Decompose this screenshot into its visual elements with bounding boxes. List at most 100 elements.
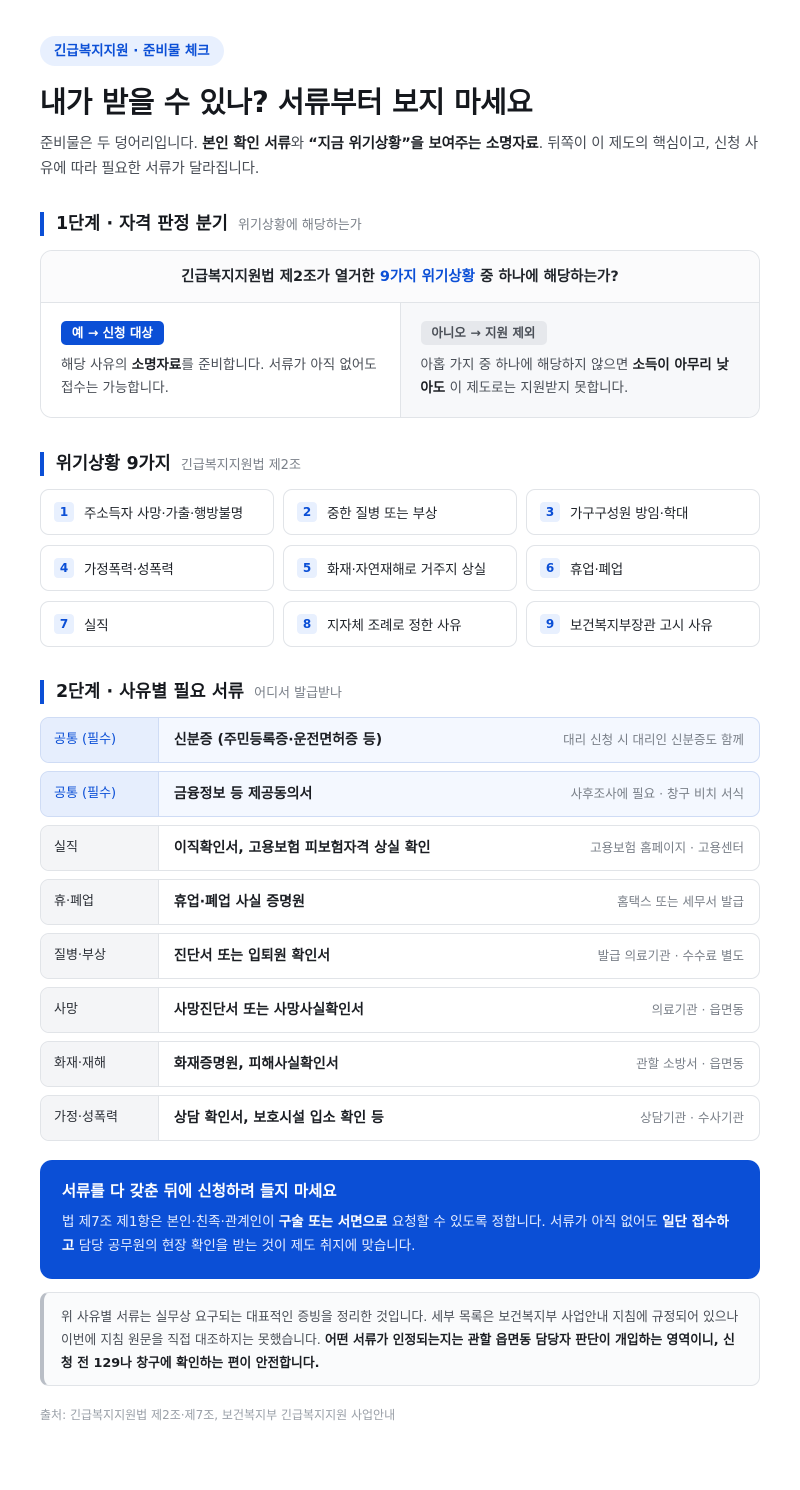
situations-heading: 위기상황 9가지 긴급복지지원법 제2조 <box>40 452 760 476</box>
callout-title: 서류를 다 갖춘 뒤에 신청하려 들지 마세요 <box>62 1182 337 1200</box>
document-row: 질병·부상 진단서 또는 입퇴원 확인서 발급 의료기관 · 수수료 별도 <box>40 933 760 979</box>
situation-label: 보건복지부장관 고시 사유 <box>570 618 713 634</box>
document-source: 홈택스 또는 세무서 발급 <box>617 894 744 909</box>
document-row: 휴·폐업 휴업·폐업 사실 증명원 홈택스 또는 세무서 발급 <box>40 879 760 925</box>
document-category: 화재·재해 <box>41 1042 159 1086</box>
situations-subtitle: 긴급복지지원법 제2조 <box>180 458 301 473</box>
document-category: 질병·부상 <box>41 934 159 978</box>
step2-title: 2단계 · 사유별 필요 서류 <box>56 682 245 702</box>
eligibility-decision-box: 긴급복지지원법 제2조가 열거한 9가지 위기상황 중 하나에 해당하는가? 예… <box>40 250 760 418</box>
callout-bold-1: 구술 또는 서면으로 <box>278 1214 388 1230</box>
callout-text-2: 요청할 수 있도록 정합니다. 서류가 아직 없어도 <box>387 1214 663 1230</box>
question-highlight: 9가지 위기상황 <box>379 269 476 285</box>
document-row: 화재·재해 화재증명원, 피해사실확인서 관할 소방서 · 읍면동 <box>40 1041 760 1087</box>
situation-label: 주소득자 사망·가출·행방불명 <box>84 506 243 522</box>
no-description: 아홉 가지 중 하나에 해당하지 않으면 소득이 아무리 낮아도 이 제도로는 … <box>421 354 740 400</box>
situation-number: 6 <box>540 558 560 578</box>
step1-title: 1단계 · 자격 판정 분기 <box>56 214 228 234</box>
document-source: 발급 의료기관 · 수수료 별도 <box>597 948 744 963</box>
situations-grid: 1 주소득자 사망·가출·행방불명 2 중한 질병 또는 부상 3 가구구성원 방임·… <box>40 489 760 647</box>
situations-title: 위기상황 9가지 <box>56 454 171 474</box>
document-source: 사후조사에 필요 · 창구 비치 서식 <box>570 786 744 801</box>
yes-description: 해당 사유의 소명자료를 준비합니다. 서류가 아직 없어도 접수는 가능합니다… <box>61 354 380 400</box>
document-category: 공통 (필수) <box>41 718 159 762</box>
document-row: 실직 이직확인서, 고용보험 피보험자격 상실 확인 고용보험 홈페이지 · 고용센… <box>40 825 760 871</box>
situation-label: 화재·자연재해로 거주지 상실 <box>327 562 486 578</box>
yes-text-1: 해당 사유의 <box>61 357 132 373</box>
document-category: 사망 <box>41 988 159 1032</box>
situation-number: 4 <box>54 558 74 578</box>
situation-card: 6 휴업·폐업 <box>526 545 760 591</box>
document-name: 진단서 또는 입퇴원 확인서 <box>174 948 331 964</box>
situation-card: 9 보건복지부장관 고시 사유 <box>526 601 760 647</box>
document-row: 가정·성폭력 상담 확인서, 보호시설 입소 확인 등 상담기관 · 수사기관 <box>40 1095 760 1141</box>
document-name: 상담 확인서, 보호시설 입소 확인 등 <box>174 1110 385 1126</box>
step1-subtitle: 위기상황에 해당하는가 <box>238 218 362 233</box>
situation-number: 2 <box>297 502 317 522</box>
intro-paragraph: 준비물은 두 덩어리입니다. 본인 확인 서류와 “지금 위기상황”을 보여주는… <box>40 132 760 182</box>
no-text-2: 이 제도로는 지원받지 못합니다. <box>445 380 629 396</box>
document-source: 대리 신청 시 대리인 신분증도 함께 <box>563 732 744 747</box>
document-name: 금융정보 등 제공동의서 <box>174 786 313 802</box>
yes-branch: 예 → 신청 대상 해당 사유의 소명자료를 준비합니다. 서류가 아직 없어도… <box>41 303 400 417</box>
topic-pill: 긴급복지지원 · 준비물 체크 <box>40 36 224 66</box>
situation-number: 1 <box>54 502 74 522</box>
situation-number: 5 <box>297 558 317 578</box>
callout-body: 법 제7조 제1항은 본인·친족·관계인이 구술 또는 서면으로 요청할 수 있… <box>62 1210 738 1258</box>
intro-bold-2: “지금 위기상황”을 보여주는 소명자료 <box>308 136 539 152</box>
page: 긴급복지지원 · 준비물 체크 내가 받을 수 있나? 서류부터 보지 마세요 … <box>40 36 760 1423</box>
step2-subtitle: 어디서 발급받나 <box>254 686 342 701</box>
document-category: 가정·성폭력 <box>41 1096 159 1140</box>
document-name: 화재증명원, 피해사실확인서 <box>174 1056 339 1072</box>
callout-text-3: 담당 공무원의 현장 확인을 받는 것이 제도 취지에 맞습니다. <box>74 1238 416 1254</box>
document-row: 공통 (필수) 금융정보 등 제공동의서 사후조사에 필요 · 창구 비치 서식 <box>40 771 760 817</box>
document-source: 관할 소방서 · 읍면동 <box>636 1056 744 1071</box>
yes-bold: 소명자료 <box>131 357 182 373</box>
situation-label: 실직 <box>84 618 109 634</box>
no-branch: 아니오 → 지원 제외 아홉 가지 중 하나에 해당하지 않으면 소득이 아무리… <box>399 303 759 417</box>
situation-label: 지자체 조례로 정한 사유 <box>327 618 462 634</box>
situation-card: 1 주소득자 사망·가출·행방불명 <box>40 489 274 535</box>
situation-card: 4 가정폭력·성폭력 <box>40 545 274 591</box>
yes-badge: 예 → 신청 대상 <box>61 321 165 345</box>
situation-label: 가정폭력·성폭력 <box>84 562 174 578</box>
situation-number: 3 <box>540 502 560 522</box>
callout-text-1: 법 제7조 제1항은 본인·친족·관계인이 <box>62 1214 279 1230</box>
document-category: 휴·폐업 <box>41 880 159 924</box>
eligibility-question: 긴급복지지원법 제2조가 열거한 9가지 위기상황 중 하나에 해당하는가? <box>41 251 759 303</box>
situation-number: 7 <box>54 614 74 634</box>
question-text-1: 긴급복지지원법 제2조가 열거한 <box>181 269 380 285</box>
document-category: 실직 <box>41 826 159 870</box>
situation-number: 9 <box>540 614 560 634</box>
caveat-note: 위 사유별 서류는 실무상 요구되는 대표적인 증빙을 정리한 것입니다. 세부… <box>40 1292 760 1386</box>
documents-table: 공통 (필수) 신분증 (주민등록증·운전면허증 등) 대리 신청 시 대리인 신분… <box>40 717 760 1141</box>
situation-card: 3 가구구성원 방임·학대 <box>526 489 760 535</box>
page-title: 내가 받을 수 있나? 서류부터 보지 마세요 <box>40 85 533 119</box>
document-row: 공통 (필수) 신분증 (주민등록증·운전면허증 등) 대리 신청 시 대리인 신분… <box>40 717 760 763</box>
situation-card: 5 화재·자연재해로 거주지 상실 <box>283 545 517 591</box>
situation-label: 중한 질병 또는 부상 <box>327 506 438 522</box>
step1-heading: 1단계 · 자격 판정 분기 위기상황에 해당하는가 <box>40 212 760 236</box>
document-source: 고용보험 홈페이지 · 고용센터 <box>590 840 744 855</box>
document-name: 사망진단서 또는 사망사실확인서 <box>174 1002 365 1018</box>
intro-bold-1: 본인 확인 서류 <box>202 136 291 152</box>
intro-text-2: 와 <box>290 136 309 152</box>
situation-label: 가구구성원 방임·학대 <box>570 506 689 522</box>
document-source: 상담기관 · 수사기관 <box>640 1110 744 1125</box>
document-name: 이직확인서, 고용보험 피보험자격 상실 확인 <box>174 840 431 856</box>
document-name: 신분증 (주민등록증·운전면허증 등) <box>174 732 383 748</box>
no-text-1: 아홉 가지 중 하나에 해당하지 않으면 <box>420 357 633 373</box>
situation-card: 2 중한 질병 또는 부상 <box>283 489 517 535</box>
situation-label: 휴업·폐업 <box>570 562 623 578</box>
situation-card: 8 지자체 조례로 정한 사유 <box>283 601 517 647</box>
step2-heading: 2단계 · 사유별 필요 서류 어디서 발급받나 <box>40 680 760 704</box>
situation-number: 8 <box>297 614 317 634</box>
source-citation: 출처: 긴급복지지원법 제2조·제7조, 보건복지부 긴급복지지원 사업안내 <box>40 1408 396 1422</box>
document-name: 휴업·폐업 사실 증명원 <box>174 894 305 910</box>
situation-card: 7 실직 <box>40 601 274 647</box>
document-category: 공통 (필수) <box>41 772 159 816</box>
document-row: 사망 사망진단서 또는 사망사실확인서 의료기관 · 읍면동 <box>40 987 760 1033</box>
apply-first-callout: 서류를 다 갖춘 뒤에 신청하려 들지 마세요 법 제7조 제1항은 본인·친족… <box>40 1160 760 1279</box>
question-text-2: 중 하나에 해당하는가? <box>475 269 619 285</box>
document-source: 의료기관 · 읍면동 <box>651 1002 744 1017</box>
